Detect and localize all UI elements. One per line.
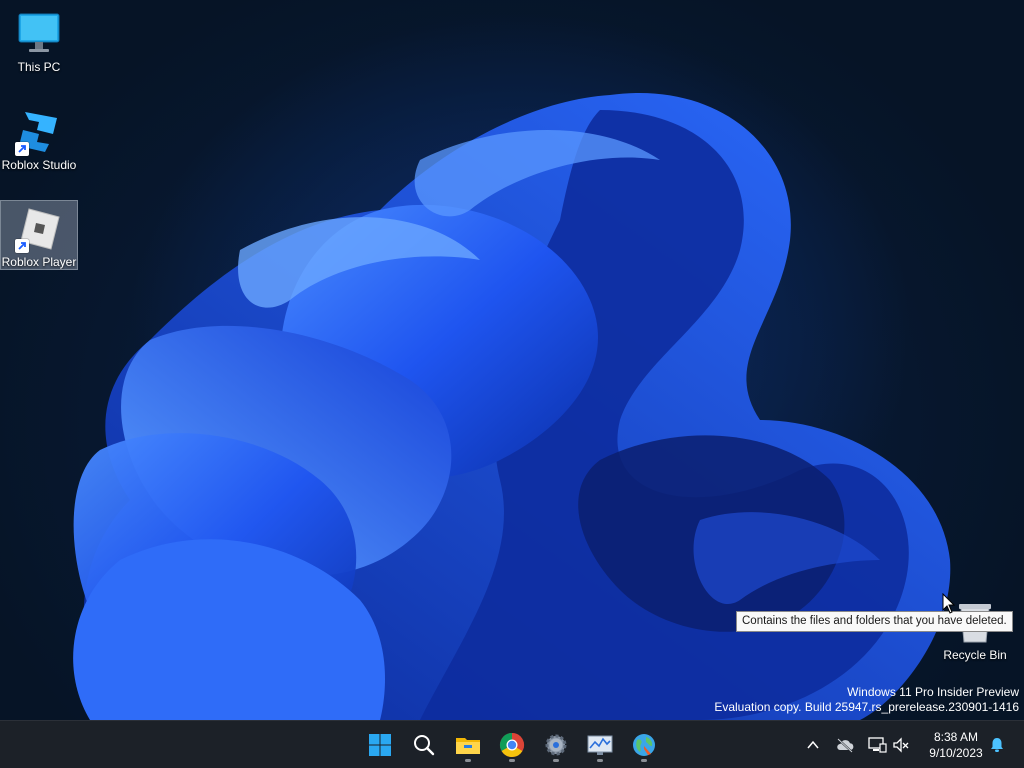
windows-logo-icon xyxy=(369,734,391,756)
roblox-studio-icon xyxy=(15,108,63,156)
taskbar-file-explorer[interactable] xyxy=(450,727,486,763)
monitor-icon xyxy=(15,10,63,58)
running-indicator xyxy=(509,759,515,762)
watermark-build: Evaluation copy. Build 25947.rs_prerelea… xyxy=(714,700,1019,714)
taskbar-clock[interactable]: 8:38 AM 9/10/2023 xyxy=(918,729,994,761)
desktop-icon-roblox-studio[interactable]: Roblox Studio xyxy=(1,104,77,172)
cloud-offline-icon xyxy=(837,738,854,753)
evaluation-watermark: Windows 11 Pro Insider Preview Evaluatio… xyxy=(714,685,1019,715)
search-icon xyxy=(414,735,435,756)
bell-icon xyxy=(991,738,1003,752)
taskbar: 8:38 AM 9/10/2023 xyxy=(0,720,1024,768)
gear-icon xyxy=(545,734,567,756)
start-button[interactable] xyxy=(362,727,398,763)
shortcut-arrow-icon xyxy=(15,239,29,253)
network-tray-button[interactable] xyxy=(865,733,889,757)
desktop[interactable]: This PC Roblox Studio Roblox Player Recy… xyxy=(0,0,1024,720)
chevron-up-icon xyxy=(807,740,819,749)
desktop-icon-this-pc[interactable]: This PC xyxy=(1,6,77,74)
clock-time: 8:38 AM xyxy=(933,730,979,744)
clock-date: 9/10/2023 xyxy=(929,746,983,760)
running-indicator xyxy=(465,759,471,762)
chrome-icon xyxy=(499,733,525,758)
taskbar-resource-monitor[interactable] xyxy=(582,727,618,763)
monitor-chart-icon xyxy=(587,735,613,755)
roblox-player-icon xyxy=(15,205,63,253)
globe-icon xyxy=(633,734,655,756)
mouse-cursor-icon xyxy=(942,593,956,614)
watermark-edition: Windows 11 Pro Insider Preview xyxy=(847,685,1019,699)
recycle-bin-tooltip: Contains the files and folders that you … xyxy=(736,611,1013,632)
show-hidden-icons-button[interactable] xyxy=(801,733,825,757)
folder-icon xyxy=(456,738,480,754)
desktop-icon-roblox-player[interactable]: Roblox Player xyxy=(0,200,78,270)
volume-tray-button[interactable] xyxy=(889,733,913,757)
desktop-icon-label: Roblox Studio xyxy=(1,158,77,172)
shortcut-arrow-icon xyxy=(15,142,29,156)
volume-muted-icon xyxy=(893,737,909,753)
onedrive-tray-button[interactable] xyxy=(833,733,857,757)
network-icon xyxy=(868,737,887,753)
taskbar-browser[interactable] xyxy=(626,727,662,763)
taskbar-settings[interactable] xyxy=(538,727,574,763)
desktop-icon-label: This PC xyxy=(17,60,61,74)
desktop-icon-label: Recycle Bin xyxy=(943,648,1007,662)
notifications-button[interactable] xyxy=(985,733,1009,757)
desktop-icon-label: Roblox Player xyxy=(1,255,77,269)
search-button[interactable] xyxy=(406,727,442,763)
taskbar-chrome[interactable] xyxy=(494,727,530,763)
running-indicator xyxy=(553,759,559,762)
running-indicator xyxy=(597,759,603,762)
running-indicator xyxy=(641,759,647,762)
